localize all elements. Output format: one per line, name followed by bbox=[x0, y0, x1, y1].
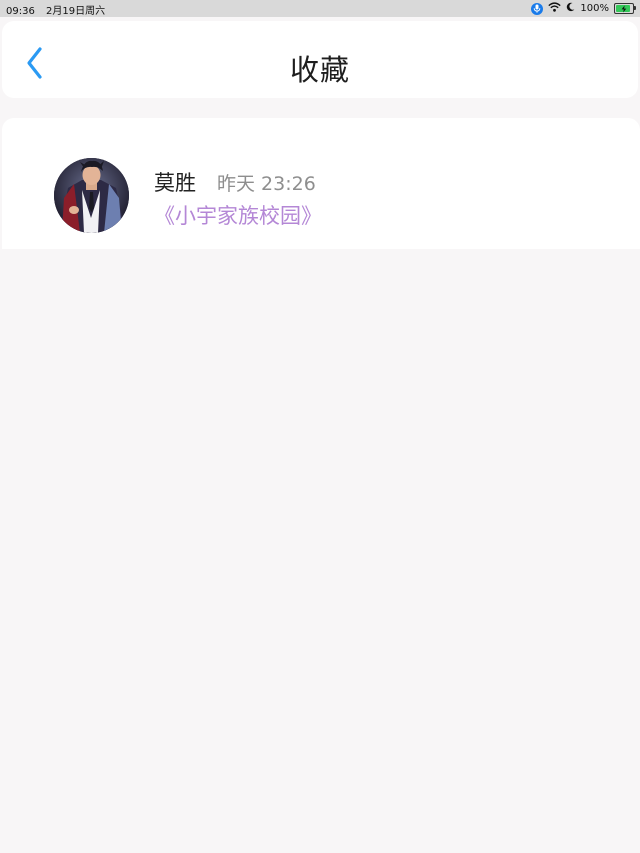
battery-percent: 100% bbox=[580, 3, 609, 14]
wifi-icon bbox=[548, 2, 562, 15]
avatar[interactable] bbox=[54, 158, 129, 233]
status-time: 09:36 bbox=[6, 6, 35, 17]
status-right: 100% bbox=[531, 1, 636, 16]
microphone-icon bbox=[531, 2, 544, 15]
navigation-header: 收藏 bbox=[2, 21, 638, 98]
list-item[interactable]: 莫胜 昨天 23:26 《小宇家族校园》 bbox=[2, 118, 640, 249]
timestamp: 昨天 23:26 bbox=[217, 173, 316, 195]
status-bar: 09:36 2月19日周六 100% bbox=[0, 0, 640, 17]
page-title: 收藏 bbox=[289, 53, 350, 87]
user-name[interactable]: 莫胜 bbox=[154, 167, 196, 197]
status-date: 2月19日周六 bbox=[46, 6, 106, 17]
favorites-list: 莫胜 昨天 23:26 《小宇家族校园》 bbox=[2, 118, 640, 249]
moon-icon bbox=[566, 2, 575, 15]
battery-icon bbox=[614, 3, 636, 14]
status-left: 09:36 2月19日周六 bbox=[6, 2, 113, 17]
collection-title-link[interactable]: 《小宇家族校园》 bbox=[154, 200, 322, 230]
